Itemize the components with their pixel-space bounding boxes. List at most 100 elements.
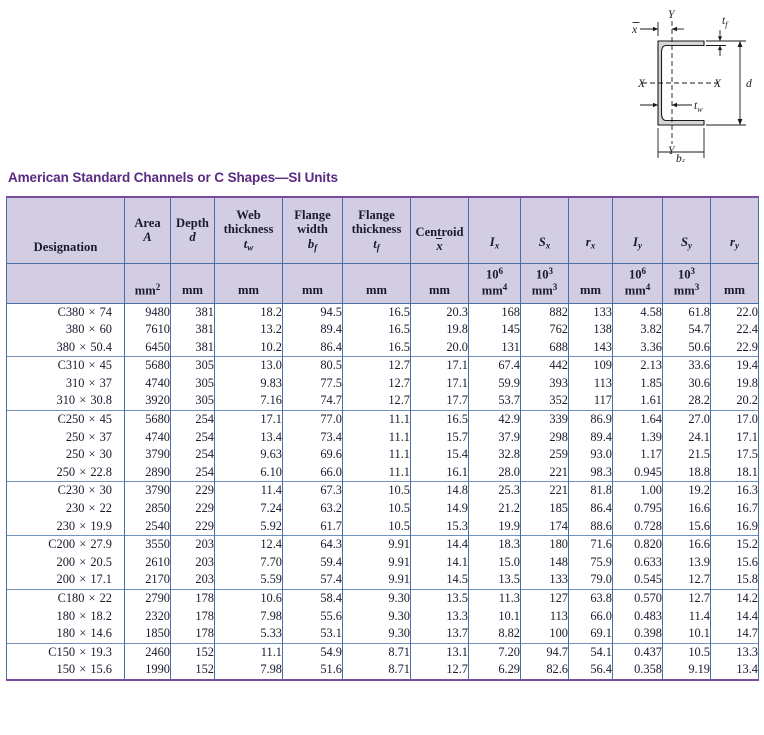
cell-tf: 12.7: [342, 356, 411, 375]
cell-Ix: 19.9: [468, 517, 521, 536]
col-head-ry: ry: [710, 196, 759, 263]
cell-Iy: 0.545: [612, 571, 663, 590]
cell-bf: 55.6: [282, 607, 343, 626]
cell-depth: 305: [170, 356, 215, 375]
cell-Sx: 442: [520, 356, 569, 375]
table-row: C380 × 74 9480 381 18.2 94.5 16.5 20.3 168 882 13…: [6, 303, 759, 322]
cell-bf: 73.4: [282, 428, 343, 447]
cell-Sy: 33.6: [662, 356, 711, 375]
cell-rx: 56.4: [568, 661, 613, 681]
table-group-c200: C200 × 27.9 3550 203 12.4 64.3 9.91 14.4 18.3 18…: [6, 535, 759, 590]
cell-Sy: 50.6: [662, 338, 711, 357]
cell-tw: 12.4: [214, 535, 283, 554]
cell-Iy: 0.483: [612, 607, 663, 626]
table-row: 310 × 30.8 3920 305 7.16 74.7 12.7 17.7 53.7 352…: [6, 392, 759, 411]
col-head-flange-width: Flange width bf: [282, 196, 343, 263]
cell-xbar: 16.1: [410, 463, 469, 482]
cell-rx: 71.6: [568, 535, 613, 554]
cell-xbar: 19.8: [410, 321, 469, 339]
cell-xbar: 15.4: [410, 446, 469, 464]
cell-Ix: 28.0: [468, 463, 521, 482]
cell-xbar: 13.1: [410, 643, 469, 662]
cell-depth: 254: [170, 428, 215, 447]
table-row: 310 × 37 4740 305 9.83 77.5 12.7 17.1 59.9 393 11…: [6, 374, 759, 393]
col-head-ry-symbol: ry: [730, 235, 739, 251]
col-head-Sy-symbol: Sy: [680, 235, 693, 251]
col-head-Sy: Sy: [662, 196, 711, 263]
cell-Iy: 1.64: [612, 410, 663, 429]
unit-depth: mm: [170, 262, 215, 303]
cell-area: 1850: [124, 625, 171, 644]
col-head-area-symbol: A: [143, 230, 152, 245]
unit-ry: mm: [710, 262, 759, 303]
cell-xbar: 17.1: [410, 374, 469, 393]
col-head-web-thickness-label: thickness: [223, 222, 274, 237]
cell-Iy: 0.728: [612, 517, 663, 536]
cell-Sx: 352: [520, 392, 569, 411]
label-bf: bf: [676, 153, 686, 162]
cell-bf: 77.5: [282, 374, 343, 393]
cell-bf: 94.5: [282, 303, 343, 322]
table-group-c150: C150 × 19.3 2460 152 11.1 54.9 8.71 13.1 7.20 94…: [6, 643, 759, 681]
cell-Iy: 4.58: [612, 303, 663, 322]
cell-xbar: 14.9: [410, 500, 469, 518]
table-row: 150 × 15.6 1990 152 7.98 51.6 8.71 12.7 6.29 82.…: [6, 661, 759, 681]
cell-tw: 7.16: [214, 392, 283, 411]
col-head-web-label: Web: [236, 208, 261, 223]
col-head-flange2-label: Flange: [358, 208, 395, 223]
cell-ry: 22.9: [710, 338, 759, 357]
cell-rx: 79.0: [568, 571, 613, 590]
cell-bf: 59.4: [282, 553, 343, 572]
cell-xbar: 13.7: [410, 625, 469, 644]
cell-depth: 305: [170, 392, 215, 411]
cell-area: 3920: [124, 392, 171, 411]
cell-designation: 250 × 22.8: [6, 463, 125, 482]
cell-ry: 17.1: [710, 428, 759, 447]
cell-tw: 5.92: [214, 517, 283, 536]
cell-designation: 200 × 17.1: [6, 571, 125, 590]
cell-xbar: 17.7: [410, 392, 469, 411]
cell-tf: 11.1: [342, 410, 411, 429]
cell-tf: 9.30: [342, 625, 411, 644]
cell-Ix: 168: [468, 303, 521, 322]
cell-tw: 6.10: [214, 463, 283, 482]
cell-xbar: 15.7: [410, 428, 469, 447]
cell-Sx: 762: [520, 321, 569, 339]
col-head-Sx: Sx: [520, 196, 569, 263]
cell-area: 5680: [124, 410, 171, 429]
cell-bf: 86.4: [282, 338, 343, 357]
cell-rx: 66.0: [568, 607, 613, 626]
cell-rx: 93.0: [568, 446, 613, 464]
cell-designation: 380 × 50.4: [6, 338, 125, 357]
cell-tf: 10.5: [342, 481, 411, 501]
cell-area: 1990: [124, 661, 171, 681]
cell-Ix: 37.9: [468, 428, 521, 447]
table-group-c180: C180 × 22 2790 178 10.6 58.4 9.30 13.5 11.3 127 6…: [6, 589, 759, 644]
table-group-c250: C250 × 45 5680 254 17.1 77.0 11.1 16.5 42.9 339 8…: [6, 410, 759, 482]
cell-designation: 230 × 19.9: [6, 517, 125, 536]
cell-ry: 17.5: [710, 446, 759, 464]
cell-xbar: 14.5: [410, 571, 469, 590]
cell-bf: 57.4: [282, 571, 343, 590]
cell-designation: C310 × 45: [6, 356, 125, 375]
cell-designation: C380 × 74: [6, 303, 125, 322]
table-row: 250 × 30 3790 254 9.63 69.6 11.1 15.4 32.8 259 93…: [6, 446, 759, 464]
cell-tf: 9.91: [342, 571, 411, 590]
cell-Sy: 18.8: [662, 463, 711, 482]
cell-Iy: 2.13: [612, 356, 663, 375]
cell-tw: 9.63: [214, 446, 283, 464]
table-group-c230: C230 × 30 3790 229 11.4 67.3 10.5 14.8 25.3 221 8…: [6, 481, 759, 536]
col-head-designation: Designation: [6, 196, 125, 263]
cell-xbar: 13.3: [410, 607, 469, 626]
cell-Sy: 11.4: [662, 607, 711, 626]
cell-Sy: 9.19: [662, 661, 711, 681]
cell-bf: 63.2: [282, 500, 343, 518]
cell-Sy: 16.6: [662, 500, 711, 518]
unit-Iy-unit: mm4: [624, 281, 651, 298]
properties-table-container: Designation Area A Depth d Web thickness…: [6, 196, 759, 681]
cell-ry: 16.9: [710, 517, 759, 536]
cell-Iy: 1.39: [612, 428, 663, 447]
cell-ry: 18.1: [710, 463, 759, 482]
cell-bf: 64.3: [282, 535, 343, 554]
cell-Ix: 25.3: [468, 481, 521, 501]
